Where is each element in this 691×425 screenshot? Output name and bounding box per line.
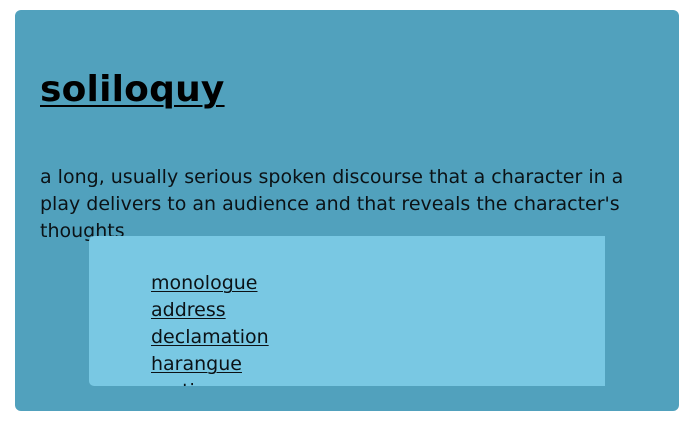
list-item: monologue <box>151 270 605 297</box>
synonym-link[interactable]: monologue <box>151 272 258 294</box>
word-card: soliloquy a long, usually serious spoken… <box>15 10 679 411</box>
synonym-link[interactable]: declamation <box>151 326 269 348</box>
entry-word[interactable]: soliloquy <box>40 68 225 112</box>
synonym-link[interactable]: harangue <box>151 353 242 375</box>
synonyms-list-box[interactable]: monologue address declamation harangue o… <box>89 236 605 386</box>
list-item: declamation <box>151 324 605 351</box>
list-item: oration <box>151 378 605 386</box>
list-item: address <box>151 297 605 324</box>
synonyms-list: monologue address declamation harangue o… <box>89 236 605 386</box>
entry-definition: a long, usually serious spoken discourse… <box>40 166 624 242</box>
synonym-link[interactable]: address <box>151 299 226 321</box>
synonym-link[interactable]: oration <box>151 380 218 386</box>
list-item: harangue <box>151 351 605 378</box>
